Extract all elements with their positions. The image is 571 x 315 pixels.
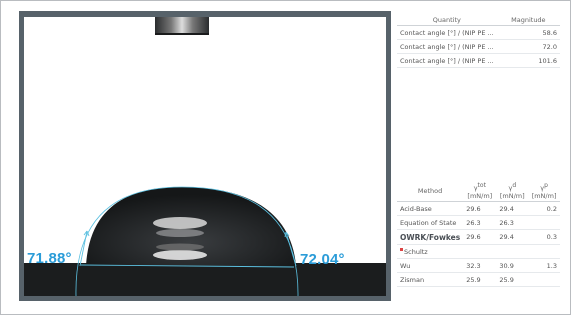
warning-flag-icon — [400, 247, 403, 251]
dispersive-column-header[interactable]: γd [mN/m] — [496, 180, 529, 203]
total-energy-value: 32.3 — [463, 258, 497, 274]
method-name: Acid-Base — [397, 201, 464, 217]
table-row[interactable]: Equation of State 26.3 26.3 — [397, 215, 560, 231]
method-name: Equation of State — [397, 215, 464, 231]
table-row[interactable]: OWRK/Fowkes 29.6 29.4 0.3 — [397, 229, 560, 246]
quantity-column-header[interactable]: Quantity — [397, 14, 497, 26]
table-row[interactable]: Schultz — [397, 244, 560, 260]
table-row[interactable]: Contact angle [°] / (NIP PE ... 101.6 — [397, 53, 560, 68]
dispersive-value: 29.4 — [496, 229, 529, 246]
quantity-panel: Quantity Magnitude Contact angle [°] / (… — [397, 14, 560, 68]
method-name: Zisman — [397, 272, 464, 288]
polar-column-header[interactable]: γp [mN/m] — [528, 180, 560, 203]
needle — [155, 17, 209, 34]
polar-value: 1.3 — [528, 258, 560, 274]
surface-energy-panel: Method γtot [mN/m] γd [mN/m] γp [mN/m] A… — [397, 180, 560, 288]
magnitude-column-header[interactable]: Magnitude — [496, 14, 560, 26]
dispersive-value: 29.4 — [496, 201, 529, 217]
method-name-flagged: Schultz — [397, 244, 464, 260]
right-contact-angle-label: 72.04° — [300, 251, 345, 268]
magnitude-cell: 101.6 — [496, 53, 560, 68]
polar-value — [528, 244, 560, 260]
total-energy-value: 29.6 — [463, 201, 497, 217]
quantity-table: Quantity Magnitude Contact angle [°] / (… — [397, 14, 560, 68]
magnitude-cell: 72.0 — [496, 39, 560, 54]
table-row[interactable]: Zisman 25.9 25.9 — [397, 272, 560, 288]
left-contact-angle-label: 71.88° — [27, 250, 72, 267]
quantity-cell: Contact angle [°] / (NIP PE ... — [397, 25, 497, 40]
quantity-cell: Contact angle [°] / (NIP PE ... — [397, 39, 497, 54]
polar-value: 0.3 — [528, 229, 560, 246]
total-energy-column-header[interactable]: γtot [mN/m] — [463, 180, 497, 203]
left-tangent — [79, 230, 88, 267]
table-row[interactable]: Contact angle [°] / (NIP PE ... 58.6 — [397, 25, 560, 40]
dispersive-value: 26.3 — [496, 215, 529, 231]
method-column-header[interactable]: Method — [397, 180, 464, 203]
surface-energy-table: Method γtot [mN/m] γd [mN/m] γp [mN/m] A… — [397, 180, 560, 288]
dispersive-value: 25.9 — [496, 272, 529, 288]
total-energy-value: 25.9 — [463, 272, 497, 288]
table-row[interactable]: Acid-Base 29.6 29.4 0.2 — [397, 201, 560, 217]
polar-value — [528, 215, 560, 231]
polar-value — [528, 272, 560, 288]
dispersive-value — [496, 244, 529, 260]
dispersive-value: 30.9 — [496, 258, 529, 274]
polar-value: 0.2 — [528, 201, 560, 217]
total-energy-value: 29.6 — [463, 229, 497, 246]
quantity-table-header: Quantity Magnitude — [397, 14, 560, 26]
magnitude-cell: 58.6 — [496, 25, 560, 40]
table-row[interactable]: Wu 32.3 30.9 1.3 — [397, 258, 560, 274]
quantity-cell: Contact angle [°] / (NIP PE ... — [397, 53, 497, 68]
method-name: Wu — [397, 258, 464, 274]
method-table-header: Method γtot [mN/m] γd [mN/m] γp [mN/m] — [397, 180, 560, 203]
total-energy-value — [463, 244, 497, 260]
method-name: OWRK/Fowkes — [397, 229, 464, 246]
total-energy-value: 26.3 — [463, 215, 497, 231]
table-row[interactable]: Contact angle [°] / (NIP PE ... 72.0 — [397, 39, 560, 54]
